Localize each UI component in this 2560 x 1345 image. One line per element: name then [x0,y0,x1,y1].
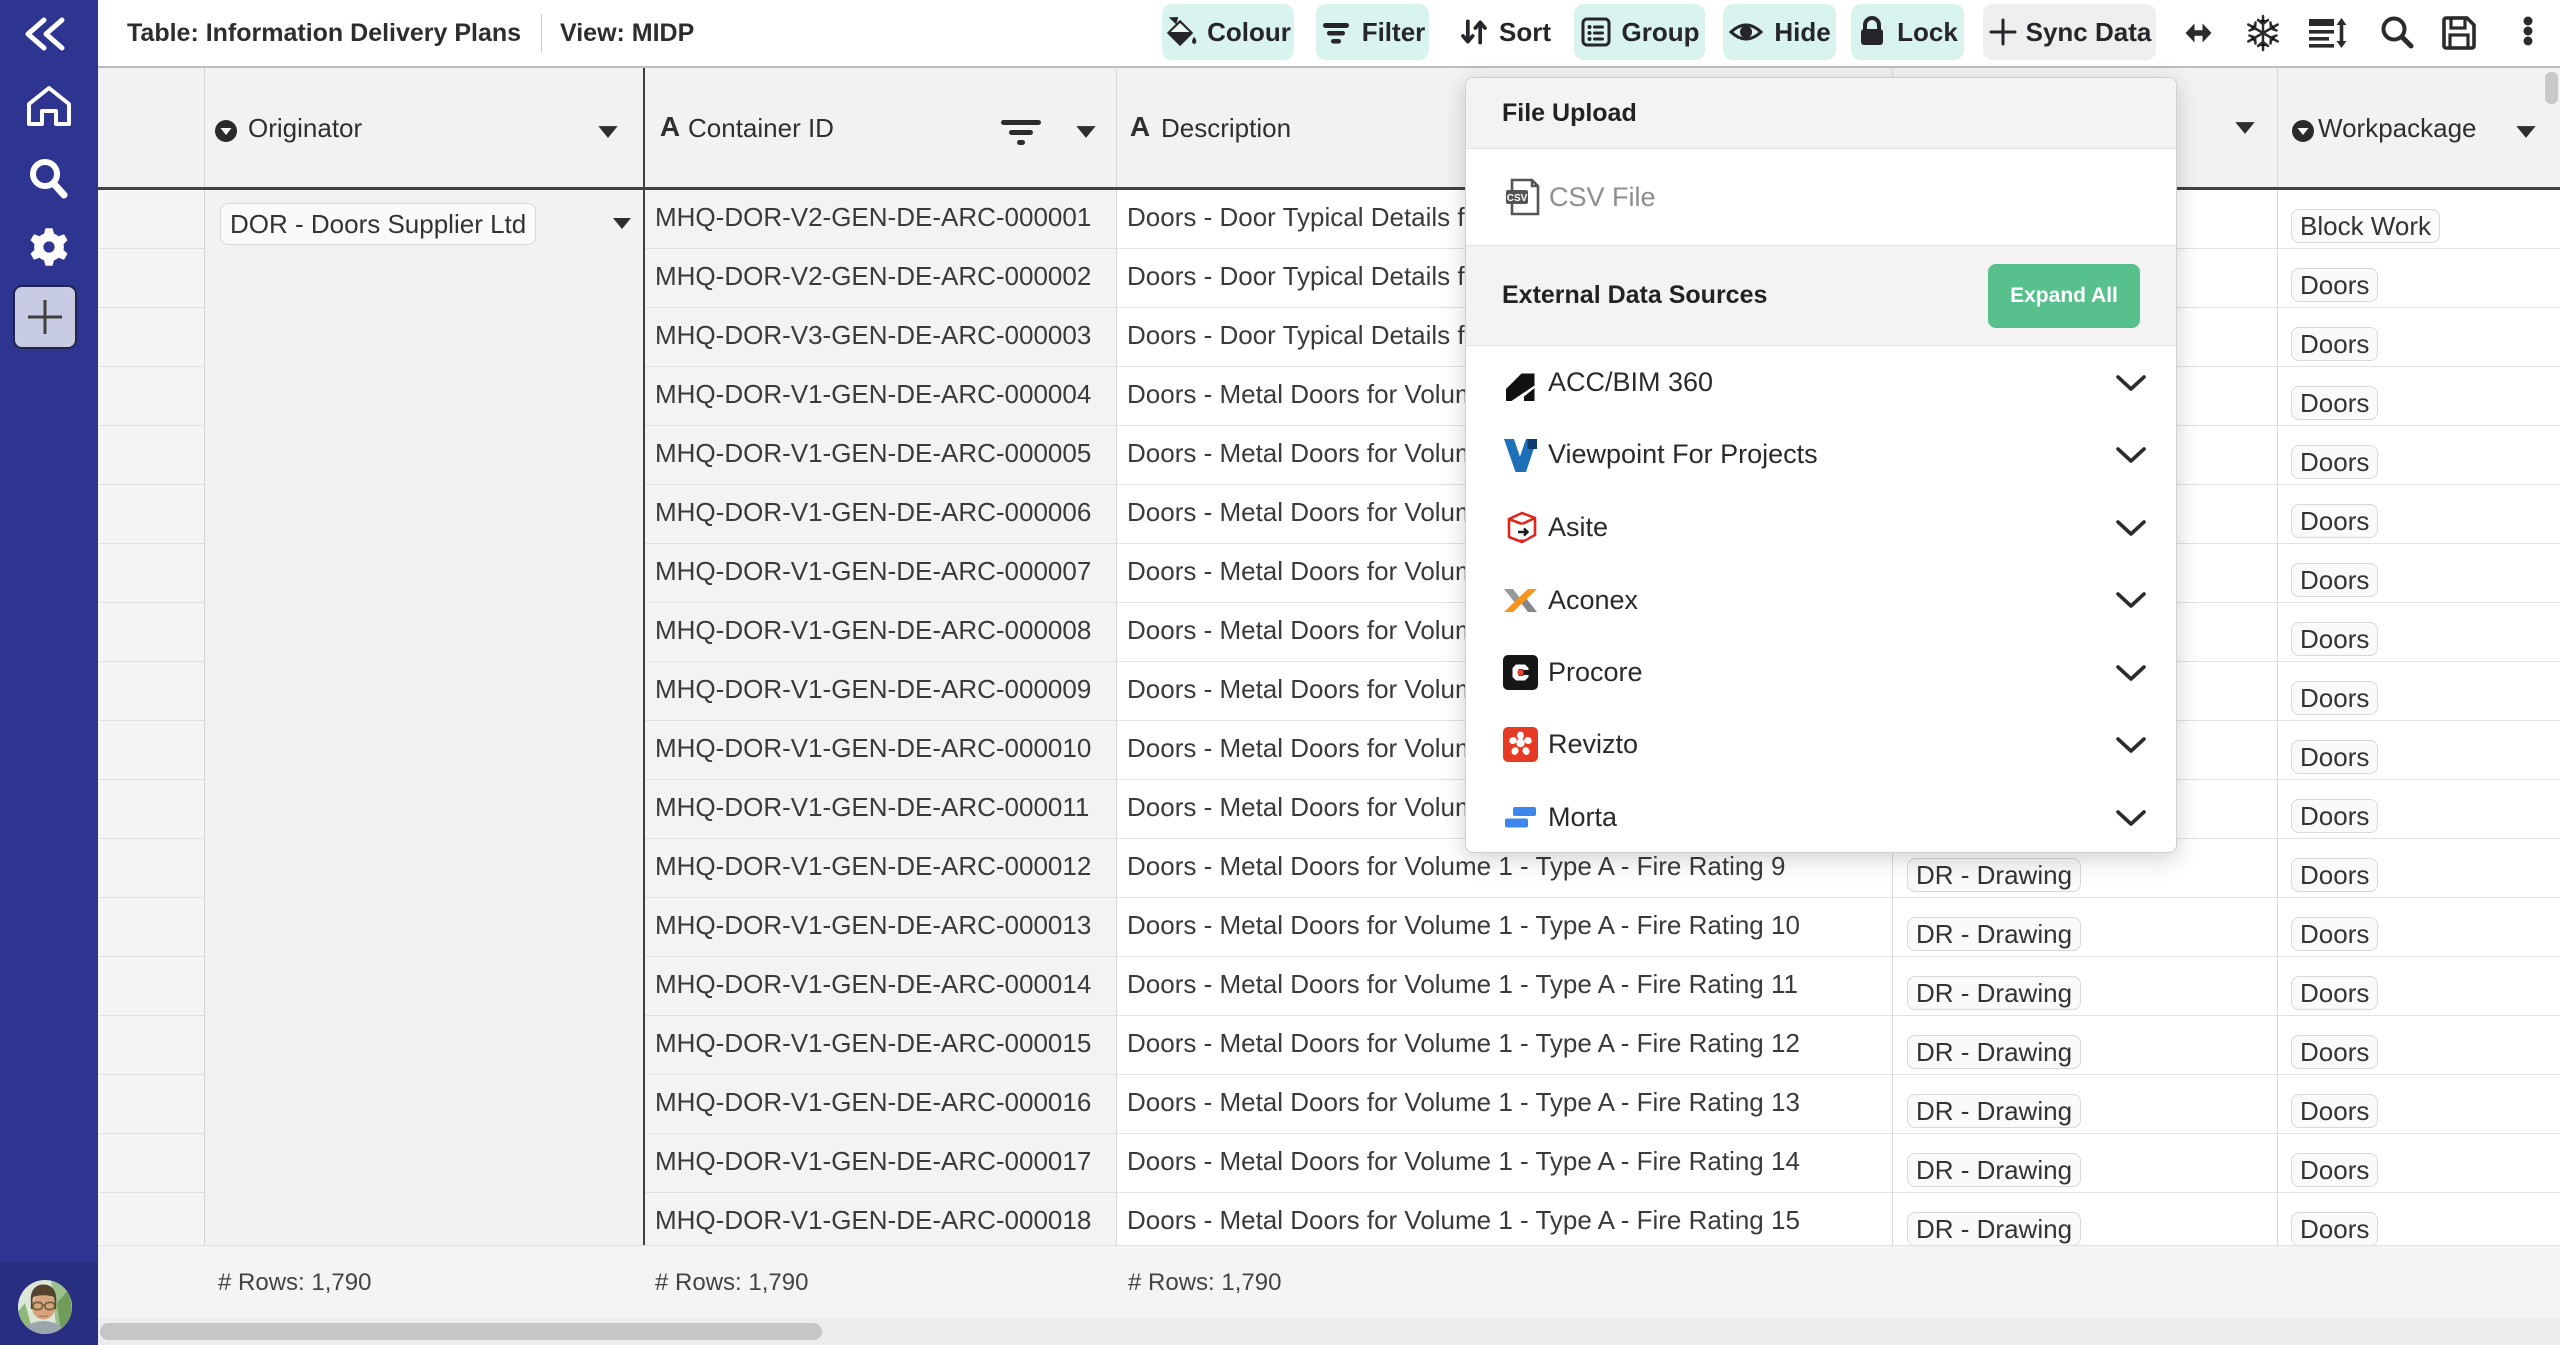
svg-text:CSV: CSV [1507,193,1528,204]
